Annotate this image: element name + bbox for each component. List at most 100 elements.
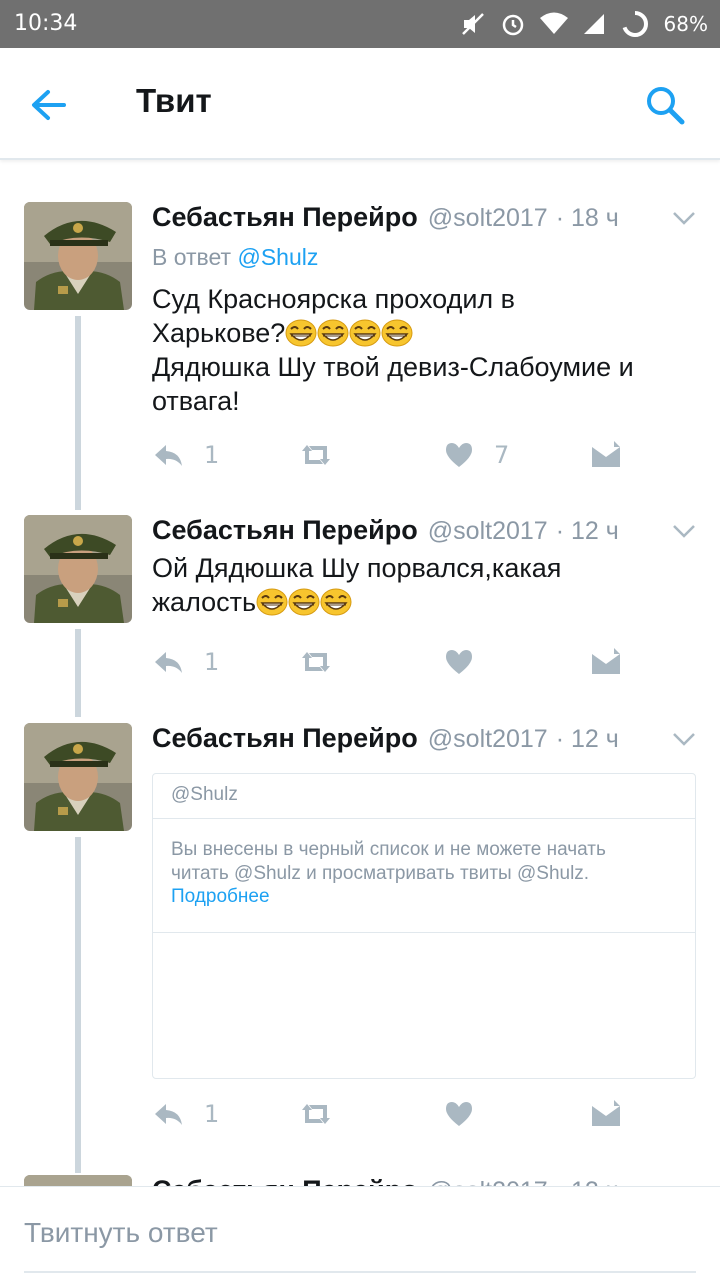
learn-more-link[interactable]: Подробнее xyxy=(171,886,270,908)
chevron-down-icon[interactable] xyxy=(672,731,696,747)
embedded-screenshot-card[interactable]: @Shulz Вы внесены в черный список и не м… xyxy=(152,773,696,1079)
arrow-left-icon xyxy=(32,90,66,120)
status-bar: 10:34 68% xyxy=(0,0,720,48)
clipped-text-edge xyxy=(175,774,375,776)
like-button[interactable] xyxy=(444,1098,474,1130)
retweet-icon xyxy=(302,1104,330,1124)
reply-count: 1 xyxy=(204,648,220,676)
chevron-down-icon[interactable] xyxy=(672,210,696,226)
reply-icon xyxy=(155,1104,182,1125)
reply-count: 1 xyxy=(204,1100,220,1128)
search-button[interactable] xyxy=(642,82,688,128)
battery-icon xyxy=(621,11,648,37)
signal-icon xyxy=(583,14,604,34)
divider xyxy=(153,932,695,933)
heart-icon xyxy=(446,1102,472,1126)
tweet-time: · 12 ч xyxy=(555,517,619,545)
thread-line xyxy=(75,629,81,717)
alarm-icon xyxy=(502,14,523,36)
blocked-message-line: читать @Shulz и просматривать твиты @Shu… xyxy=(171,863,590,884)
author-name[interactable]: Себастьян Перейро xyxy=(152,515,418,546)
author-handle[interactable]: @solt2017 xyxy=(428,517,548,546)
direct-message-button[interactable] xyxy=(590,439,622,471)
tweet-header: Себастьян Перейро @solt2017 · 12 ч xyxy=(152,723,619,757)
tweet-text: Суд Красноярска проходил в Харькове? Дяд… xyxy=(152,282,700,418)
reply-composer[interactable]: Твитнуть ответ xyxy=(0,1186,720,1280)
tweet-actions: 1 xyxy=(152,1098,632,1130)
mute-icon xyxy=(461,13,484,35)
chevron-down-icon[interactable] xyxy=(672,523,696,539)
thread-line xyxy=(75,837,81,1173)
thread-line xyxy=(75,316,81,510)
direct-message-button[interactable] xyxy=(590,1098,622,1130)
retweet-button[interactable] xyxy=(298,646,334,678)
reply-button[interactable]: 1 xyxy=(152,439,219,471)
envelope-icon xyxy=(592,1100,620,1126)
tweet-header: Себастьян Перейро @solt2017 · 12 ч xyxy=(152,515,619,549)
tweet-actions: 1 xyxy=(152,646,632,678)
like-button[interactable] xyxy=(444,646,474,678)
tweet-text: Ой Дядюшка Шу порвался,какая жалость xyxy=(152,551,700,619)
tweet-actions: 1 7 xyxy=(152,439,632,471)
grinning-emoji-icon xyxy=(381,319,413,347)
heart-icon xyxy=(446,650,472,674)
tweet-text-line: Ой Дядюшка Шу порвался,какая xyxy=(152,553,562,583)
author-name[interactable]: Себастьян Перейро xyxy=(152,202,418,233)
retweet-button[interactable] xyxy=(298,439,334,471)
like-count: 7 xyxy=(494,441,510,469)
grinning-emoji-icon xyxy=(256,588,288,616)
reply-button[interactable]: 1 xyxy=(152,646,219,678)
tweet-text-fragment: жалость xyxy=(152,587,257,617)
tweet-time: · 18 ч xyxy=(555,204,619,232)
direct-message-button[interactable] xyxy=(590,646,622,678)
wifi-icon xyxy=(539,12,568,34)
author-handle[interactable]: @solt2017 xyxy=(428,725,548,754)
reply-mention-link[interactable]: @Shulz xyxy=(237,244,318,270)
reply-button[interactable]: 1 xyxy=(152,1098,219,1130)
blocked-message: Вы внесены в черный список и не можете н… xyxy=(171,838,681,886)
avatar[interactable] xyxy=(24,515,132,623)
grinning-emoji-icon xyxy=(317,319,349,347)
reply-to: В ответ @Shulz xyxy=(152,244,318,271)
tweet-time: · 12 ч xyxy=(555,725,619,753)
blocked-message-line: Вы внесены в черный список и не можете н… xyxy=(171,839,606,860)
card-handle: @Shulz xyxy=(171,784,238,805)
author-name[interactable]: Себастьян Перейро xyxy=(152,723,418,754)
grinning-emoji-icon xyxy=(349,319,381,347)
input-underline xyxy=(24,1271,696,1273)
status-time: 10:34 xyxy=(14,11,78,36)
tweet-header: Себастьян Перейро @solt2017 · 18 ч xyxy=(152,202,619,236)
app-bar: Твит xyxy=(0,48,720,160)
reply-to-prefix: В ответ xyxy=(152,244,232,270)
tweet[interactable]: Себастьян Перейро @solt2017 · 12 ч Ой Дя… xyxy=(0,515,720,719)
avatar[interactable] xyxy=(24,723,132,831)
author-handle[interactable]: @solt2017 xyxy=(428,204,548,233)
back-button[interactable] xyxy=(26,82,72,128)
divider xyxy=(153,818,695,819)
retweet-icon xyxy=(302,445,330,465)
heart-icon xyxy=(446,443,472,467)
reply-input[interactable]: Твитнуть ответ xyxy=(24,1217,218,1249)
battery-percentage: 68% xyxy=(663,12,708,36)
reply-icon xyxy=(155,445,182,466)
reply-icon xyxy=(155,652,182,673)
tweet-text-line: Харькове? xyxy=(152,316,700,350)
grinning-emoji-icon xyxy=(288,588,320,616)
page-title: Твит xyxy=(136,82,212,119)
retweet-icon xyxy=(302,652,330,672)
search-icon xyxy=(647,87,685,125)
tweet-text-line: Суд Красноярска проходил в xyxy=(152,284,516,314)
like-button[interactable]: 7 xyxy=(444,439,509,471)
envelope-icon xyxy=(592,648,620,674)
avatar[interactable] xyxy=(24,202,132,310)
retweet-button[interactable] xyxy=(298,1098,334,1130)
tweet[interactable]: Себастьян Перейро @solt2017 · 18 ч В отв… xyxy=(0,202,720,512)
tweet-text-fragment: Харькове? xyxy=(152,318,286,348)
reply-count: 1 xyxy=(204,441,220,469)
tweet-text-line: отвага! xyxy=(152,386,240,416)
tweet-text-line: жалость xyxy=(152,585,700,619)
tweet-text-line: Дядюшка Шу твой девиз-Слабоумие и xyxy=(152,352,634,382)
envelope-icon xyxy=(592,441,620,467)
grinning-emoji-icon xyxy=(320,588,352,616)
tweet[interactable]: Себастьян Перейро @solt2017 · 12 ч @Shul… xyxy=(0,723,720,1173)
